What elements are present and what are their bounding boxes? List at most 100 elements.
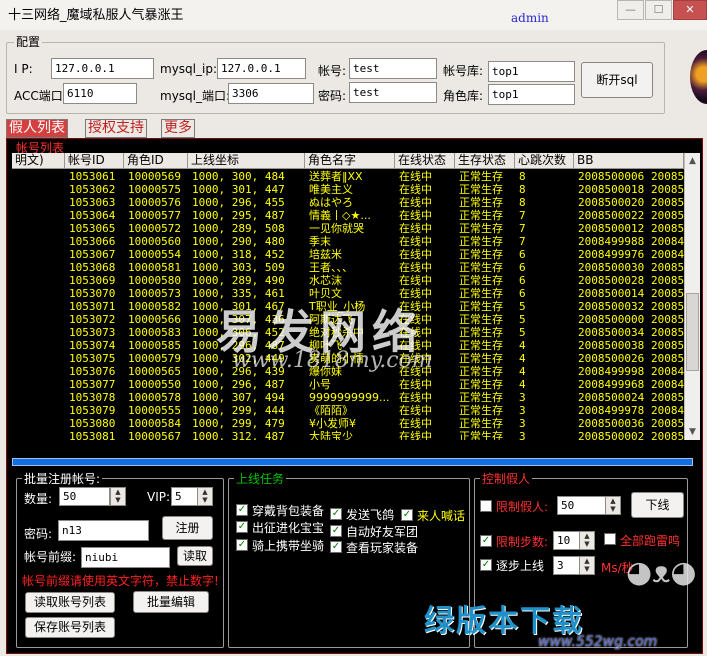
account-input[interactable]: test — [349, 58, 437, 79]
table-row[interactable]: 1053074 10000585 1000, 296, 487 柳叶飞 在线中 正常生存 4… — [12, 339, 684, 352]
table-row[interactable]: 1053072 10000566 1000, 307, 436 阿斯达飞 在线中 正常生存… — [12, 313, 684, 326]
table-row[interactable]: 1053061 10000569 1000, 300, 484 送葬者‖XX 在线中 正常… — [12, 170, 684, 183]
offline-button[interactable]: 下线 — [631, 492, 684, 518]
table-cell: 在线中 — [399, 274, 432, 287]
table-row[interactable]: 1053078 10000578 1000, 307, 494 9999999999.… — [12, 391, 684, 404]
batch-edit-button[interactable]: 批量编辑 — [133, 591, 209, 613]
table-cell: 在线中 — [399, 365, 432, 378]
table-cell: 正常生存 — [459, 339, 503, 352]
table-cell: 正常生存 — [459, 170, 503, 183]
limit-fake-checkbox[interactable] — [480, 500, 492, 512]
table-cell: 1000, 290, 480 — [192, 235, 285, 248]
scroll-down-icon[interactable]: ▼ — [685, 424, 700, 440]
table-row[interactable]: 1053079 10000555 1000, 299, 444 《陌陌》 在线中 正常生存… — [12, 404, 684, 417]
tab-fake-list[interactable]: 假人列表 — [6, 119, 68, 138]
table-row[interactable]: 1053080 10000584 1000, 299, 479 ¥小发师¥ 在线中 正常生… — [12, 417, 684, 430]
table-row[interactable]: 1053075 10000579 1000, 302, 449 卖萌的小情 在线中 正常生… — [12, 352, 684, 365]
ip-input[interactable]: 127.0.0.1 — [51, 58, 154, 79]
table-cell: 9999999999... — [309, 391, 390, 404]
column-header[interactable]: BB — [574, 153, 684, 169]
save-account-list-button[interactable]: 保存账号列表 — [25, 617, 115, 638]
table-cell: 200850 — [651, 196, 684, 209]
table-row[interactable]: 1053066 10000560 1000, 290, 480 季末 在线中 正常生存 7 2… — [12, 235, 684, 248]
column-header[interactable]: 心跳次数 — [515, 153, 574, 169]
scroll-thumb[interactable] — [686, 293, 699, 371]
column-header[interactable]: 上线坐标 — [188, 153, 305, 169]
task-checkbox[interactable]: ✓ — [236, 539, 248, 551]
limit-fake-input[interactable]: 50 — [557, 496, 606, 515]
step-online-input[interactable]: 3 — [553, 556, 580, 575]
tab-more[interactable]: 更多 — [161, 119, 195, 138]
table-row[interactable]: 1053071 10000582 1000, 301, 467 T职业_小杨 在线中 正常… — [12, 300, 684, 313]
all-run-checkbox[interactable] — [604, 533, 616, 545]
column-header[interactable]: 角色ID — [124, 153, 188, 169]
scroll-up-icon[interactable]: ▲ — [685, 153, 700, 169]
close-button[interactable]: ✕ — [673, 0, 707, 20]
table-row[interactable]: 1053070 10000573 1000, 335, 461 叶贝文 在线中 正常生存 6… — [12, 287, 684, 300]
table-cell: 10000581 — [128, 261, 181, 274]
account-table[interactable]: 明文) 帐号ID 角色ID 上线坐标 角色名字 在线状态 生存状态 心跳次数 B… — [12, 153, 684, 440]
column-header[interactable]: 生存状态 — [455, 153, 515, 169]
table-row[interactable]: 1053068 10000581 1000, 303, 509 王者、、、 在线中 正常生… — [12, 261, 684, 274]
password-input[interactable]: test — [349, 82, 437, 103]
task-checkbox[interactable]: ✓ — [236, 504, 248, 516]
vip-stepper-icon[interactable]: ▲ ▼ — [197, 487, 213, 506]
limit-steps-stepper-icon[interactable]: ▲ ▼ — [579, 531, 595, 550]
table-scrollbar[interactable]: ▲ ▼ — [684, 153, 700, 440]
table-row[interactable]: 1053064 10000577 1000, 295, 487 情義丨◇★... 在线中… — [12, 209, 684, 222]
task-checkbox[interactable]: ✓ — [330, 541, 342, 553]
mysql-ip-input[interactable]: 127.0.0.1 — [217, 58, 306, 79]
role-db-input[interactable]: top1 — [488, 84, 575, 105]
count-input[interactable]: 50 — [59, 487, 110, 506]
table-cell: 情義丨◇★... — [309, 209, 371, 222]
task-checkbox[interactable]: ✓ — [236, 521, 248, 533]
table-row[interactable]: 1053069 10000580 1000, 289, 490 水芯沫 在线中 正常生存 6… — [12, 274, 684, 287]
batch-password-input[interactable]: n13 — [58, 520, 149, 541]
table-cell: 在线中 — [399, 235, 432, 248]
table-row[interactable]: 1053062 10000575 1000, 301, 447 唯美主义 在线中 正常生存… — [12, 183, 684, 196]
column-header[interactable]: 角色名字 — [305, 153, 395, 169]
account-label: 帐号: — [318, 64, 347, 78]
table-cell: 2008499988 — [578, 235, 645, 248]
table-cell: 2008500018 — [578, 183, 645, 196]
table-row[interactable]: 1053081 10000567 1000, 312, 487 大陆宝少 在线中 正常生存… — [12, 430, 684, 440]
acc-port-input[interactable]: 6110 — [63, 83, 137, 104]
table-cell: 1000, 335, 461 — [192, 287, 285, 300]
limit-steps-checkbox[interactable]: ✓ — [480, 535, 492, 547]
table-row[interactable]: 1053077 10000550 1000, 296, 487 小号 在线中 正常生存 4 2… — [12, 378, 684, 391]
disconnect-sql-button[interactable]: 断开sql — [581, 62, 653, 98]
table-row[interactable]: 1053065 10000572 1000, 289, 508 一见你就哭 在线中 正常生… — [12, 222, 684, 235]
table-row[interactable]: 1053076 10000565 1000, 296, 439 爆你妹 在线中 正常生存 4… — [12, 365, 684, 378]
mysql-port-input[interactable]: 3306 — [228, 83, 314, 104]
table-cell: 6 — [519, 274, 526, 287]
step-online-stepper-icon[interactable]: ▲ ▼ — [579, 556, 595, 575]
task-checkbox[interactable]: ✓ — [401, 509, 413, 521]
step-online-checkbox[interactable]: ✓ — [480, 559, 492, 571]
vip-input[interactable]: 5 — [171, 487, 198, 506]
table-cell: 200850 — [651, 300, 684, 313]
task-checkbox[interactable]: ✓ — [330, 508, 342, 520]
maximize-button[interactable]: ☐ — [645, 0, 672, 20]
minimize-button[interactable]: — — [617, 0, 644, 20]
account-db-input[interactable]: top1 — [488, 61, 575, 82]
column-header[interactable]: 明文) — [12, 153, 65, 169]
task-checkbox[interactable]: ✓ — [330, 525, 342, 537]
read-button[interactable]: 读取 — [177, 546, 213, 566]
read-account-list-button[interactable]: 读取账号列表 — [25, 592, 115, 613]
table-row[interactable]: 1053067 10000554 1000, 318, 452 培兹米 在线中 正常生存 6… — [12, 248, 684, 261]
table-cell: 大陆宝少 — [309, 430, 353, 440]
table-cell: 1000, 296, 455 — [192, 196, 285, 209]
limit-fake-stepper-icon[interactable]: ▲ ▼ — [605, 496, 621, 515]
table-row[interactable]: 1053063 10000576 1000, 296, 455 ぬはやろ 在线中 正常生存… — [12, 196, 684, 209]
tab-authorization[interactable]: 授权支持 — [85, 119, 147, 138]
count-stepper-icon[interactable]: ▲ ▼ — [110, 487, 126, 506]
column-header[interactable]: 帐号ID — [65, 153, 124, 169]
limit-steps-input[interactable]: 10 — [553, 531, 580, 550]
table-cell: 8 — [519, 183, 526, 196]
register-button[interactable]: 注册 — [162, 516, 213, 540]
column-header[interactable]: 在线状态 — [395, 153, 455, 169]
table-cell: 10000572 — [128, 222, 181, 235]
prefix-input[interactable]: niubi — [81, 547, 170, 568]
table-cell: 10000580 — [128, 274, 181, 287]
table-row[interactable]: 1053073 10000583 1000, 306, 452 绝对秒杀中 在线中 正常生… — [12, 326, 684, 339]
